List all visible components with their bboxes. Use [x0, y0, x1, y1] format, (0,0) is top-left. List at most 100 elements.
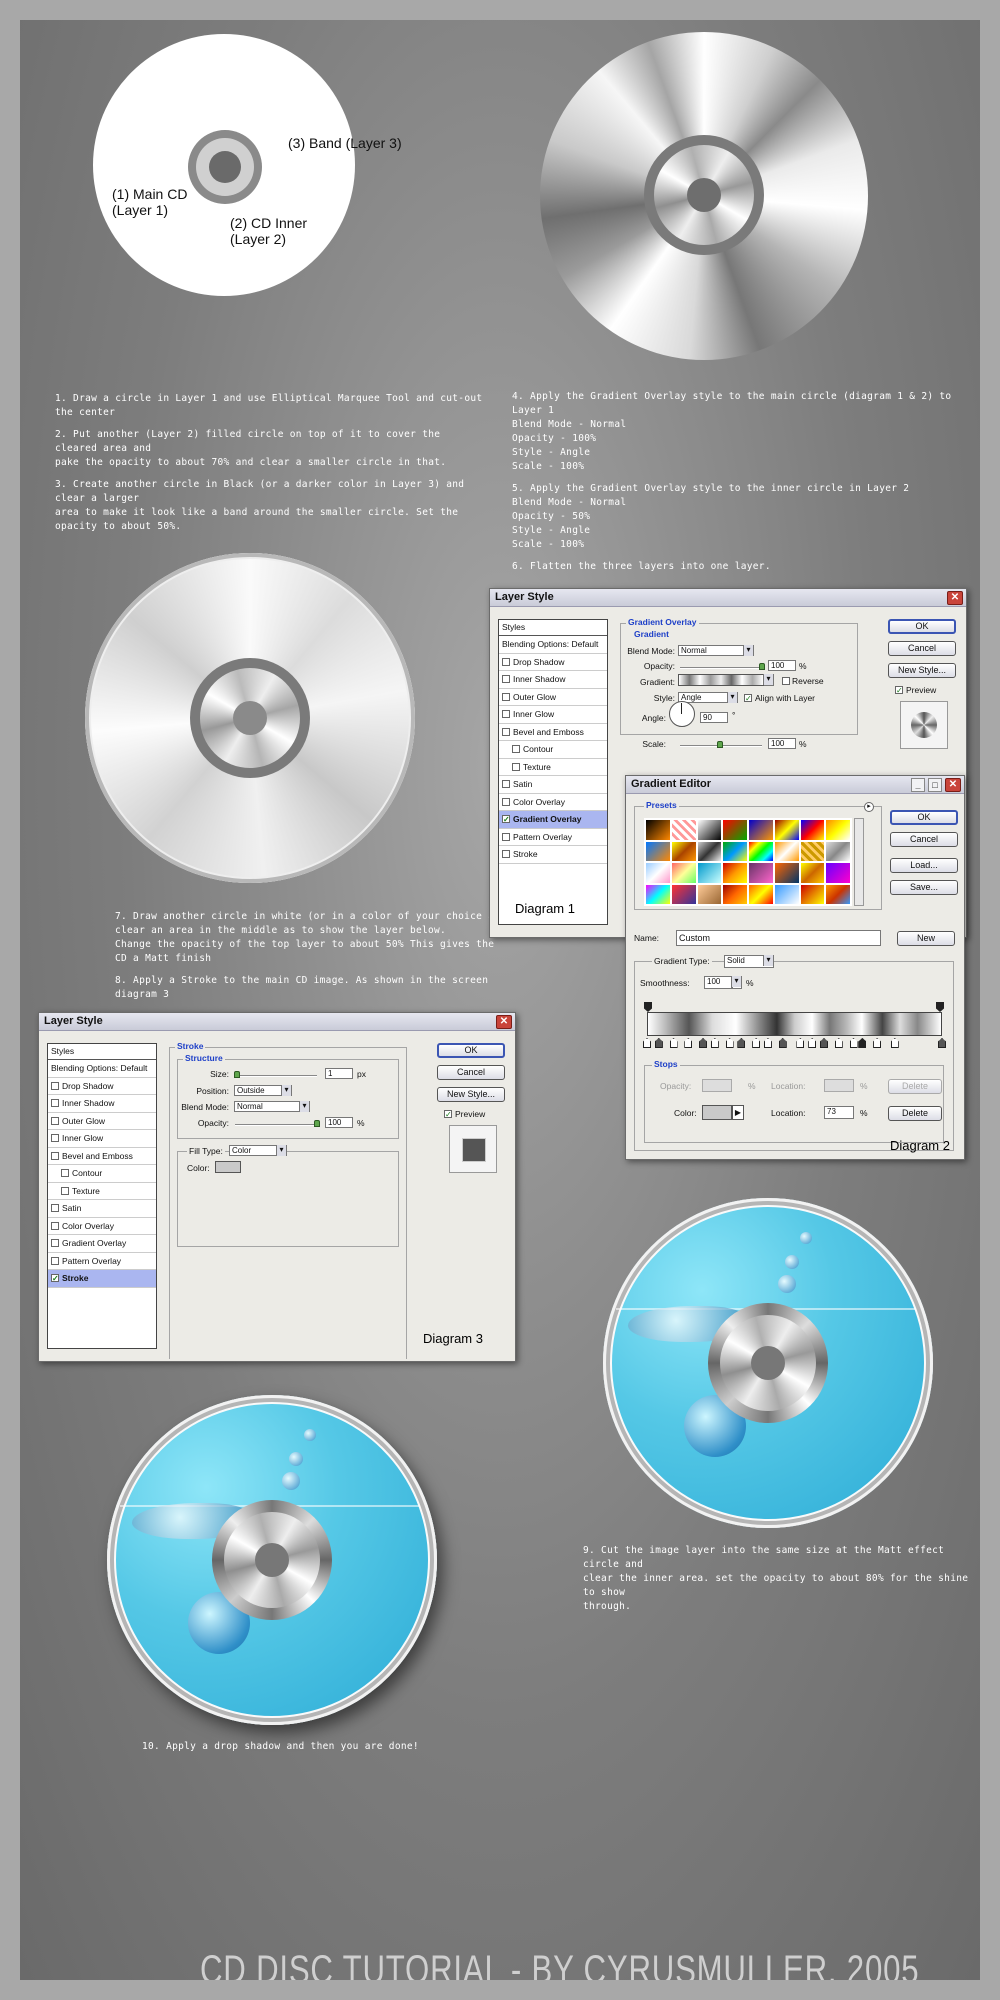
delete-opacity-stop-button[interactable]: Delete [888, 1079, 942, 1094]
style-satin[interactable]: Satin [48, 1200, 156, 1218]
presets-scrollbar[interactable] [854, 818, 864, 906]
gradient-preview-swatch[interactable] [678, 674, 764, 686]
size-slider[interactable] [235, 1075, 317, 1077]
preview-checkbox-checked[interactable]: ✓ [444, 1110, 452, 1119]
preview-checkbox-checked[interactable]: ✓ [895, 686, 903, 695]
preset-swatch[interactable] [646, 884, 670, 904]
style-pattern-overlay[interactable]: Pattern Overlay [48, 1253, 156, 1270]
stop-opacity-input[interactable] [702, 1079, 732, 1092]
checkbox[interactable] [51, 1151, 59, 1160]
checkbox[interactable] [502, 657, 510, 666]
checkbox[interactable] [51, 1239, 59, 1248]
close-icon[interactable]: ✕ [496, 1015, 512, 1029]
align-checkbox-checked[interactable]: ✓ [744, 694, 752, 703]
ok-button[interactable]: OK [890, 810, 958, 825]
cancel-button[interactable]: Cancel [890, 832, 958, 847]
preset-swatch[interactable] [800, 820, 825, 840]
cancel-button[interactable]: Cancel [437, 1065, 505, 1080]
preset-swatch[interactable] [697, 863, 722, 883]
checkbox[interactable] [51, 1221, 59, 1230]
preset-swatch[interactable] [646, 863, 670, 883]
name-input[interactable]: Custom [676, 930, 881, 946]
style-stroke[interactable]: Stroke [499, 846, 607, 864]
maximize-icon[interactable]: □ [928, 778, 942, 792]
style-blending-options[interactable]: Blending Options: Default [48, 1060, 156, 1078]
style-drop-shadow[interactable]: Drop Shadow [499, 654, 607, 671]
checkbox[interactable] [502, 675, 510, 684]
checkbox[interactable] [51, 1204, 59, 1213]
checkbox[interactable] [502, 832, 510, 841]
scale-input[interactable]: 100 [768, 738, 796, 749]
style-gradient-overlay[interactable]: ✓ Gradient Overlay [499, 811, 607, 829]
preset-swatch[interactable] [697, 841, 722, 861]
preset-swatch[interactable] [723, 841, 747, 861]
style-inner-shadow[interactable]: Inner Shadow [499, 671, 607, 689]
angle-dial[interactable] [669, 701, 695, 727]
opacity-input[interactable]: 100 [325, 1117, 353, 1128]
presets-menu-icon[interactable]: ▸ [864, 802, 874, 812]
preset-swatch[interactable] [800, 863, 825, 883]
blend-mode-select[interactable]: Normal [234, 1101, 310, 1112]
style-color-overlay[interactable]: Color Overlay [499, 794, 607, 811]
opacity-slider[interactable] [235, 1124, 317, 1126]
angle-input[interactable]: 90 [700, 712, 728, 723]
smoothness-input[interactable]: 100 [704, 976, 732, 989]
preset-swatch[interactable] [723, 863, 747, 883]
checkbox[interactable] [51, 1256, 59, 1265]
preset-swatch[interactable] [800, 884, 825, 904]
preset-swatch[interactable] [774, 863, 799, 883]
checkbox[interactable] [502, 850, 510, 859]
gradient-dropdown[interactable] [763, 674, 774, 686]
stop-color-menu-icon[interactable]: ▶ [732, 1105, 744, 1120]
style-bevel-emboss[interactable]: Bevel and Emboss [48, 1148, 156, 1165]
preset-swatch[interactable] [646, 841, 670, 861]
ok-button[interactable]: OK [888, 619, 956, 634]
checkbox[interactable] [51, 1081, 59, 1090]
preset-swatch[interactable] [671, 820, 696, 840]
new-style-button[interactable]: New Style... [437, 1087, 505, 1102]
checkbox[interactable] [51, 1134, 59, 1143]
style-stroke[interactable]: ✓ Stroke [48, 1270, 156, 1288]
delete-color-stop-button[interactable]: Delete [888, 1106, 942, 1121]
preset-swatch[interactable] [800, 841, 825, 861]
preset-swatch[interactable] [826, 841, 850, 861]
load-button[interactable]: Load... [890, 858, 958, 873]
reverse-checkbox[interactable] [782, 677, 790, 685]
checkbox[interactable] [51, 1116, 59, 1125]
gradient-type-select[interactable]: Solid [724, 955, 774, 968]
checkbox[interactable] [61, 1186, 69, 1195]
style-blending-options[interactable]: Blending Options: Default [499, 636, 607, 654]
style-outer-glow[interactable]: Outer Glow [499, 689, 607, 706]
style-satin[interactable]: Satin [499, 776, 607, 794]
save-button[interactable]: Save... [890, 880, 958, 895]
style-gradient-overlay[interactable]: Gradient Overlay [48, 1235, 156, 1253]
checkbox[interactable] [512, 762, 520, 771]
new-style-button[interactable]: New Style... [888, 663, 956, 678]
fill-type-select[interactable]: Color [229, 1145, 287, 1156]
scale-slider-knob[interactable] [717, 741, 723, 748]
preset-swatch[interactable] [671, 863, 696, 883]
checkbox[interactable] [61, 1169, 69, 1178]
size-input[interactable]: 1 [325, 1068, 353, 1079]
stroke-color-swatch[interactable] [215, 1161, 241, 1173]
opacity-slider[interactable] [680, 667, 762, 669]
checkbox[interactable] [502, 692, 510, 701]
checkbox[interactable] [502, 780, 510, 789]
preset-swatch[interactable] [671, 841, 696, 861]
preset-swatch[interactable] [774, 841, 799, 861]
preset-swatch[interactable] [749, 863, 773, 883]
preset-swatch[interactable] [826, 884, 850, 904]
size-slider-knob[interactable] [234, 1071, 240, 1078]
style-bevel-emboss[interactable]: Bevel and Emboss [499, 724, 607, 741]
checkbox[interactable] [51, 1099, 59, 1108]
checkbox[interactable] [502, 797, 510, 806]
blend-mode-select[interactable]: Normal [678, 645, 754, 656]
minimize-icon[interactable]: _ [911, 778, 925, 792]
stop-color-location-input[interactable]: 73 [824, 1106, 854, 1119]
gradient-ramp[interactable] [647, 1012, 942, 1036]
opacity-slider-knob[interactable] [314, 1120, 320, 1127]
style-pattern-overlay[interactable]: Pattern Overlay [499, 829, 607, 846]
checkbox[interactable] [512, 745, 520, 754]
style-inner-glow[interactable]: Inner Glow [48, 1130, 156, 1148]
preset-swatch[interactable] [723, 884, 747, 904]
